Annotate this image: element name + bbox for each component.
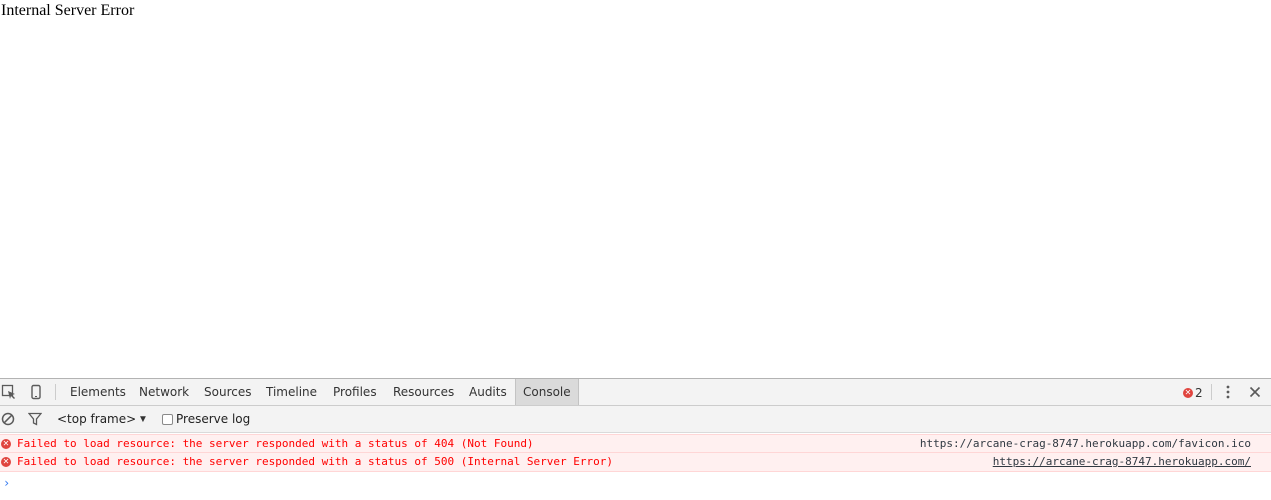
console-prompt[interactable]: › xyxy=(3,476,10,490)
tab-console[interactable]: Console xyxy=(515,379,579,405)
clear-console-icon[interactable] xyxy=(1,412,15,426)
error-count-indicator[interactable]: ✕ 2 xyxy=(1183,385,1203,400)
device-mode-icon[interactable] xyxy=(28,384,44,400)
close-icon[interactable] xyxy=(1247,384,1263,400)
filter-icon[interactable] xyxy=(28,412,42,426)
error-count: 2 xyxy=(1195,385,1203,400)
message-source-link[interactable]: https://arcane-crag-8747.herokuapp.com/ xyxy=(993,453,1251,471)
tab-elements[interactable]: Elements xyxy=(70,379,126,405)
tab-sources[interactable]: Sources xyxy=(204,379,251,405)
toolbar-divider xyxy=(55,384,56,400)
console-error-message: ✕ Failed to load resource: the server re… xyxy=(0,434,1271,453)
page-content: Internal Server Error xyxy=(0,0,1271,378)
page-error-text: Internal Server Error xyxy=(1,2,135,19)
inspect-element-icon[interactable] xyxy=(1,384,17,400)
message-text: Failed to load resource: the server resp… xyxy=(17,437,534,450)
devtools-tabbar: Elements Network Sources Timeline Profil… xyxy=(0,379,1271,406)
devtools-panel: Elements Network Sources Timeline Profil… xyxy=(0,378,1271,500)
error-icon: ✕ xyxy=(1183,387,1193,398)
console-messages: ✕ Failed to load resource: the server re… xyxy=(0,434,1271,472)
tab-audits[interactable]: Audits xyxy=(469,379,507,405)
tab-profiles[interactable]: Profiles xyxy=(333,379,377,405)
frame-selector[interactable]: <top frame> xyxy=(57,406,136,433)
message-text: Failed to load resource: the server resp… xyxy=(17,455,614,468)
error-icon: ✕ xyxy=(1,439,11,449)
tab-timeline[interactable]: Timeline xyxy=(266,379,317,405)
console-error-message: ✕ Failed to load resource: the server re… xyxy=(0,453,1271,472)
preserve-log-label[interactable]: Preserve log xyxy=(176,406,250,433)
more-vertical-icon[interactable] xyxy=(1220,384,1236,400)
preserve-log-checkbox[interactable] xyxy=(162,414,173,425)
error-icon: ✕ xyxy=(1,457,11,467)
tab-resources[interactable]: Resources xyxy=(393,379,454,405)
console-filterbar: <top frame> ▼ Preserve log xyxy=(0,406,1271,433)
message-source-link[interactable]: https://arcane-crag-8747.herokuapp.com/f… xyxy=(920,435,1251,453)
toolbar-divider xyxy=(1211,384,1212,400)
tab-network[interactable]: Network xyxy=(139,379,189,405)
chevron-down-icon[interactable]: ▼ xyxy=(138,406,148,433)
